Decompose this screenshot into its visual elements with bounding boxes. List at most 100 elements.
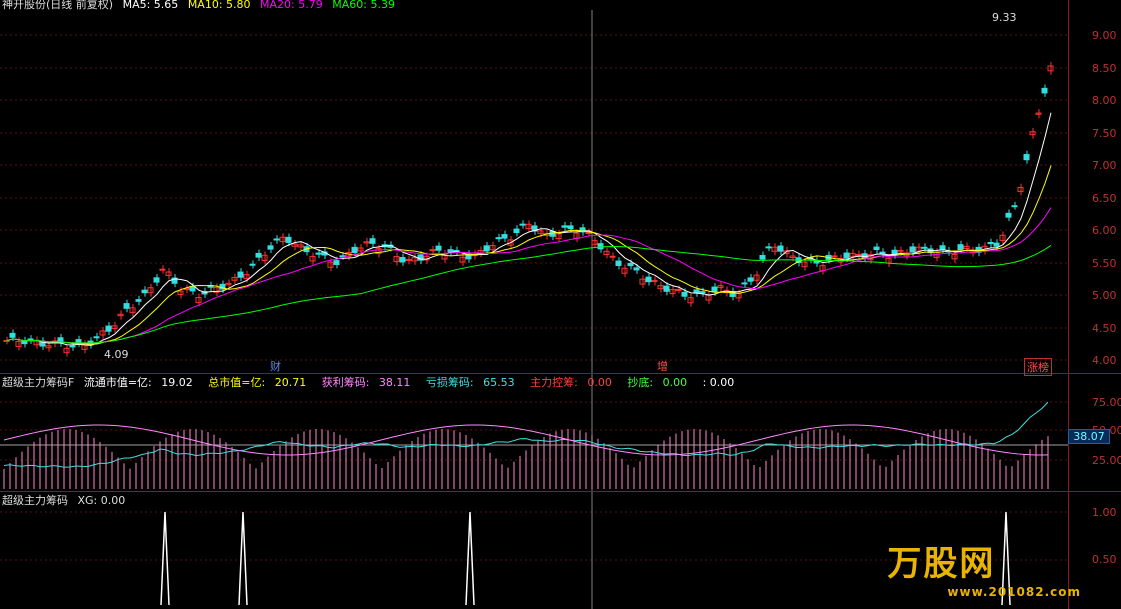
candle-body (843, 252, 850, 259)
candle-body (315, 252, 322, 255)
profit-chips: 获利筹码: 38.11 (322, 376, 417, 389)
candle-body (561, 225, 568, 228)
candle-body (267, 245, 274, 250)
main-panel-header: 神开股份(日线 前复权) MA5: 5.65 MA10: 5.80 MA20: … (2, 0, 401, 11)
ma5-label: MA5: 5.65 (122, 0, 179, 11)
total-market-cap: 总市值=亿: 20.71 (208, 376, 312, 389)
candle-body (69, 345, 76, 348)
candle-body (957, 244, 964, 251)
price-axis-line (1068, 0, 1069, 609)
candle-body (1041, 87, 1048, 94)
bottom-fishing-value: 0.00 (662, 376, 688, 389)
candle-body (585, 232, 592, 235)
price-tick: 8.00 (1092, 94, 1117, 107)
candle-body (711, 286, 718, 293)
candle-body (105, 325, 112, 332)
price-tick: 7.50 (1092, 127, 1117, 140)
candle-body (249, 263, 256, 266)
candle-body (519, 223, 526, 226)
candle-body (909, 246, 916, 253)
finance-badge[interactable]: 财 (268, 358, 283, 374)
candle-body (939, 245, 946, 250)
ma60-line (6, 245, 1052, 344)
candle-body (405, 258, 412, 261)
candle-body (153, 277, 160, 283)
loss-chips-label: 亏损筹码: (425, 376, 474, 389)
ma20-label: MA20: 5.79 (260, 0, 323, 11)
candle-body (495, 237, 502, 240)
candle-body (855, 253, 862, 256)
indicator2-name: 超级主力筹码 (2, 494, 68, 507)
candle-body (123, 303, 130, 309)
main-control-label: 主力控筹: (530, 376, 578, 389)
candle-body (627, 262, 634, 267)
xg-value: XG: 0.00 (77, 494, 126, 507)
main-control: 主力控筹: 0.00 (530, 376, 618, 389)
candle-body (141, 289, 148, 294)
price-tick: 5.50 (1092, 257, 1117, 270)
candle-body (27, 338, 34, 341)
candle-body (369, 238, 376, 244)
panel-separator-1 (0, 373, 1121, 374)
brand-url: www.201082.com (947, 585, 1081, 599)
candle-body (285, 236, 292, 243)
ma10-label: MA10: 5.80 (187, 0, 251, 11)
candle-body (765, 246, 772, 249)
candle-body (399, 257, 406, 263)
candle-body (921, 246, 928, 249)
candle-body (693, 289, 700, 294)
price-tick: 4.50 (1092, 322, 1117, 335)
loss-chips: 亏损筹码: 65.53 (426, 376, 521, 389)
bottom-fishing-label: 抄底: (627, 376, 654, 389)
candle-body (567, 225, 574, 230)
candle-body (501, 234, 508, 239)
ind1-tick: 25.00 (1092, 454, 1121, 467)
candle-body (1011, 205, 1018, 208)
candle-body (1023, 154, 1030, 161)
bottom-fishing: 抄底: 0.00 (627, 376, 693, 389)
candle-body (699, 291, 706, 294)
stock-title: 神开股份(日线 前复权) (2, 0, 114, 11)
chart-canvas[interactable] (0, 0, 1121, 609)
extra-value: : 0.00 (702, 376, 735, 389)
float-market-cap-value: 19.02 (161, 376, 193, 389)
brand-watermark: 万股网 www.201082.com (887, 536, 1081, 599)
candle-body (9, 332, 16, 338)
candle-body (159, 268, 166, 271)
candle-body (135, 299, 142, 302)
candle-body (351, 246, 358, 254)
ma10-line (6, 165, 1052, 345)
profit-chips-label: 获利筹码: (321, 376, 370, 389)
candle-body (759, 255, 766, 260)
candle-body (633, 267, 640, 271)
indicator1-name: 超级主力筹码F (2, 376, 75, 389)
candle-body (615, 260, 622, 266)
price-tick: 9.00 (1092, 29, 1117, 42)
total-market-cap-label: 总市值=亿: (208, 376, 266, 389)
candle-body (747, 277, 754, 282)
increase-badge[interactable]: 增 (655, 358, 670, 374)
candle-body (255, 252, 262, 258)
candle-body (987, 242, 994, 245)
price-tick: 8.50 (1092, 62, 1117, 75)
ind2-tick: 0.50 (1092, 553, 1117, 566)
candle-body (273, 238, 280, 241)
candle-body (333, 260, 340, 265)
candle-body (93, 336, 100, 339)
xg-spike (160, 511, 170, 606)
price-tick: 5.00 (1092, 289, 1117, 302)
candle-body (435, 245, 442, 251)
candle-body (609, 255, 616, 258)
indicator1-header: 超级主力筹码F 流通市值=亿: 19.02 总市值=亿: 20.71 获利筹码:… (2, 376, 740, 389)
top-gainers-badge[interactable]: 涨榜 (1024, 358, 1052, 376)
price-tick: 7.00 (1092, 159, 1117, 172)
panel-separator-2 (0, 491, 1121, 492)
candle-body (831, 255, 838, 258)
ind2-tick: 1.00 (1092, 506, 1117, 519)
profit-chips-value: 38.11 (378, 376, 411, 389)
price-tick: 6.50 (1092, 192, 1117, 205)
candle-body (549, 230, 556, 237)
candle-body (429, 249, 436, 252)
ma60-label: MA60: 5.39 (332, 0, 395, 11)
candle-body (681, 291, 688, 297)
